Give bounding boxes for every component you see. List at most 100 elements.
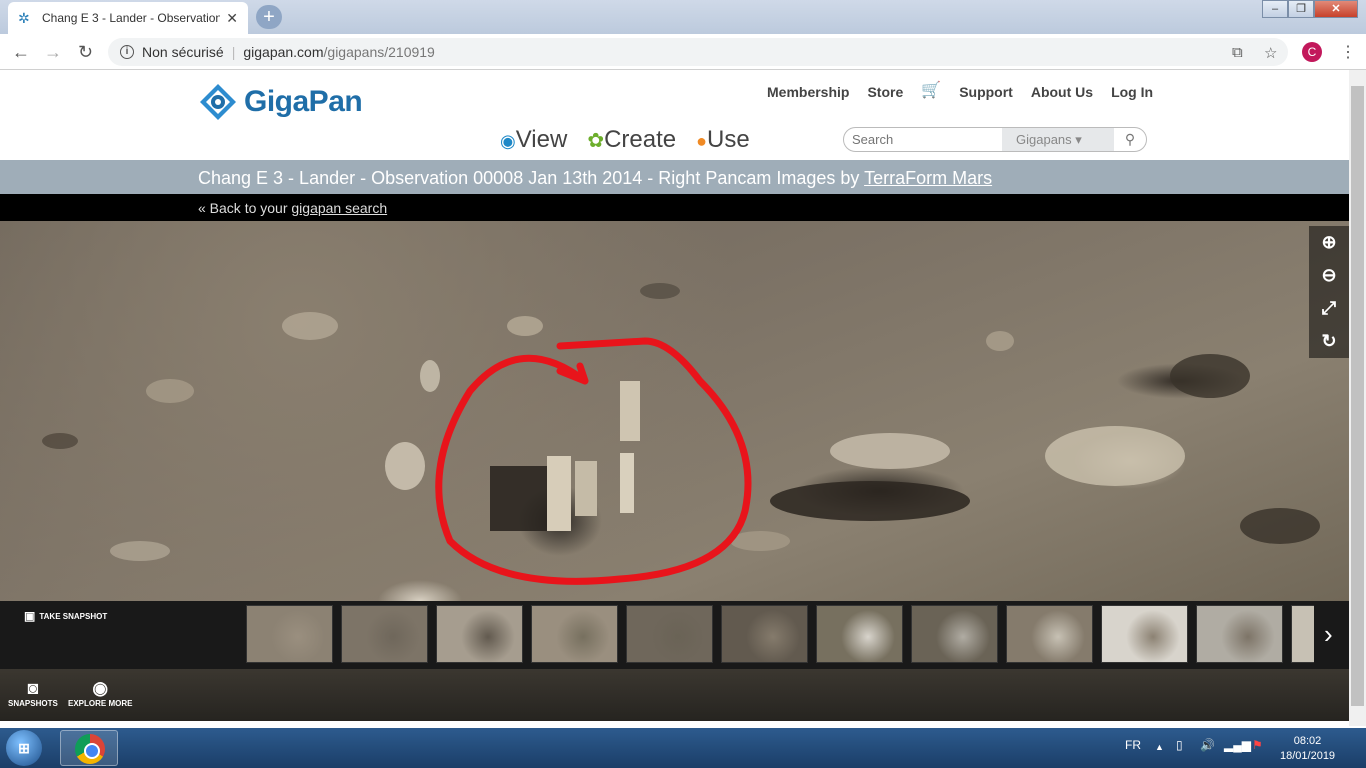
nav-support[interactable]: Support (959, 84, 1013, 100)
clock-date: 18/01/2019 (1280, 750, 1336, 762)
panorama-viewer[interactable] (0, 221, 1349, 601)
explore-more-label: EXPLORE MORE (68, 699, 133, 708)
viewer-controls: ⊕ ⊖ ⤢ ↻ (1309, 226, 1349, 358)
taskbar-chrome-button[interactable] (60, 730, 118, 766)
url-path: /gigapans/210919 (323, 44, 435, 60)
back-link-row: « Back to your gigapan search (198, 200, 387, 216)
snapshot-thumbnail[interactable] (626, 605, 713, 663)
action-center-icon[interactable]: ⚑ (1252, 738, 1263, 752)
eye-icon: ◉ (92, 678, 109, 698)
browser-toolbar: ← → ↻ i Non sécurisé | gigapan.com /giga… (0, 34, 1366, 70)
network-icon[interactable]: ▂▄▆ (1224, 738, 1251, 752)
mode-use-label: Use (707, 126, 750, 153)
close-window-button[interactable]: ✕ (1314, 0, 1358, 18)
mode-nav: ◉View ✿Create ●Use (500, 126, 750, 154)
take-snapshot-label: TAKE SNAPSHOT (39, 611, 108, 621)
mode-view[interactable]: ◉View (500, 126, 567, 154)
close-tab-icon[interactable]: ✕ (226, 10, 238, 27)
bookmark-star-icon[interactable]: ☆ (1264, 44, 1277, 62)
mode-view-label: View (515, 126, 568, 153)
snapshot-thumbnails (246, 605, 1314, 663)
nav-membership[interactable]: Membership (767, 84, 849, 100)
mode-create[interactable]: ✿Create (587, 126, 676, 154)
search-input[interactable] (844, 132, 1002, 147)
mode-use[interactable]: ●Use (696, 126, 750, 154)
back-bar: « Back to your gigapan search (0, 194, 1349, 221)
translate-icon[interactable]: ⧉ (1232, 44, 1243, 61)
snapshot-thumbnail[interactable] (341, 605, 428, 663)
security-label: Non sécurisé (142, 44, 224, 60)
camera-icon: ◙ (27, 678, 39, 698)
chrome-icon (75, 734, 105, 764)
snapshot-thumbnail[interactable] (1101, 605, 1188, 663)
snapshot-thumbnail[interactable] (246, 605, 333, 663)
nav-store[interactable]: Store (867, 84, 903, 100)
minimize-button[interactable]: – (1262, 0, 1288, 18)
gigapan-logo[interactable]: GigaPan (198, 82, 363, 122)
camera-icon: ▣ (24, 609, 36, 623)
snapshot-thumbnail[interactable] (436, 605, 523, 663)
new-tab-button[interactable]: + (256, 5, 282, 29)
back-search-link[interactable]: gigapan search (291, 200, 387, 216)
top-nav: Membership Store 🛒 Support About Us Log … (767, 82, 1153, 100)
panorama-image (42, 283, 1320, 585)
profile-avatar[interactable]: C (1302, 42, 1322, 62)
gear-icon: ✿ (587, 130, 605, 152)
panorama-title-bar: Chang E 3 - Lander - Observation 00008 J… (0, 160, 1349, 194)
site-search: Gigapans ▾ ⚲ (843, 127, 1147, 152)
gigapan-logo-icon (200, 84, 236, 120)
snapshot-thumbnail[interactable] (721, 605, 808, 663)
maximize-button[interactable]: ❐ (1288, 0, 1314, 18)
nav-log-in[interactable]: Log In (1111, 84, 1153, 100)
snapshot-thumbnail[interactable] (911, 605, 998, 663)
snapshot-thumbnail[interactable] (1291, 605, 1314, 663)
clock-time: 08:02 (1293, 735, 1322, 747)
search-scope-select[interactable]: Gigapans ▾ (1002, 128, 1114, 151)
clock[interactable]: 08:02 18/01/2019 (1280, 734, 1335, 764)
start-button[interactable]: ⊞ (6, 730, 42, 766)
lightbulb-icon: ● (696, 131, 707, 151)
zoom-in-icon[interactable]: ⊕ (1321, 232, 1336, 253)
zoom-out-icon[interactable]: ⊖ (1321, 265, 1336, 286)
reload-icon[interactable]: ↻ (78, 42, 93, 63)
explore-more-button[interactable]: ◉ EXPLORE MORE (68, 677, 132, 708)
mode-create-label: Create (604, 126, 677, 153)
browser-titlebar: ✲ Chang E 3 - Lander - Observation ✕ + –… (0, 0, 1366, 34)
snapshot-thumbnail[interactable] (1196, 605, 1283, 663)
viewer-bottom-bar: ◙ SNAPSHOTS ◉ EXPLORE MORE (0, 669, 1349, 721)
scrollbar-thumb[interactable] (1351, 86, 1364, 706)
tab-title: Chang E 3 - Lander - Observation (42, 11, 221, 25)
back-arrow-icon[interactable]: ← (12, 42, 30, 63)
gigapan-favicon-icon: ✲ (18, 10, 30, 26)
nav-about-us[interactable]: About Us (1031, 84, 1093, 100)
snapshot-thumbnail[interactable] (1006, 605, 1093, 663)
url-separator: | (231, 44, 236, 60)
snapshot-thumbnail[interactable] (816, 605, 903, 663)
browser-menu-icon[interactable]: ⋮ (1340, 42, 1356, 62)
volume-icon[interactable]: 🔊 (1200, 738, 1215, 752)
snapshots-button[interactable]: ◙ SNAPSHOTS (8, 677, 58, 708)
cart-icon[interactable]: 🛒 (921, 80, 941, 100)
tray-expand-icon[interactable]: ▲ (1155, 742, 1164, 752)
fullscreen-icon[interactable]: ⤢ (1322, 298, 1336, 319)
reset-view-icon[interactable]: ↻ (1321, 331, 1336, 352)
battery-icon[interactable]: ▯ (1176, 738, 1183, 752)
forward-arrow-icon[interactable]: → (44, 42, 62, 63)
address-bar[interactable]: i Non sécurisé | gigapan.com /gigapans/2… (108, 38, 1288, 66)
snapshot-strip: ▣ TAKE SNAPSHOT › (0, 601, 1349, 669)
author-link[interactable]: TerraForm Mars (864, 168, 992, 188)
window-controls: – ❐ ✕ (1262, 0, 1358, 18)
info-icon[interactable]: i (120, 45, 134, 59)
language-indicator[interactable]: FR (1125, 738, 1141, 752)
page-scrollbar[interactable] (1349, 70, 1366, 726)
windows-taskbar: ⊞ FR ▲ ▯ 🔊 ▂▄▆ ⚑ 08:02 18/01/2019 (0, 728, 1366, 768)
search-icon[interactable]: ⚲ (1114, 131, 1146, 148)
chevron-right-icon[interactable]: › (1324, 619, 1333, 650)
snapshot-thumbnail[interactable] (531, 605, 618, 663)
eye-icon: ◉ (500, 131, 516, 151)
snapshots-label: SNAPSHOTS (8, 699, 58, 708)
search-scope-label: Gigapans (1016, 132, 1072, 147)
panorama-title-text: Chang E 3 - Lander - Observation 00008 J… (198, 168, 865, 188)
take-snapshot-button[interactable]: ▣ TAKE SNAPSHOT (24, 609, 107, 623)
browser-tab[interactable]: ✲ Chang E 3 - Lander - Observation ✕ (8, 2, 248, 34)
